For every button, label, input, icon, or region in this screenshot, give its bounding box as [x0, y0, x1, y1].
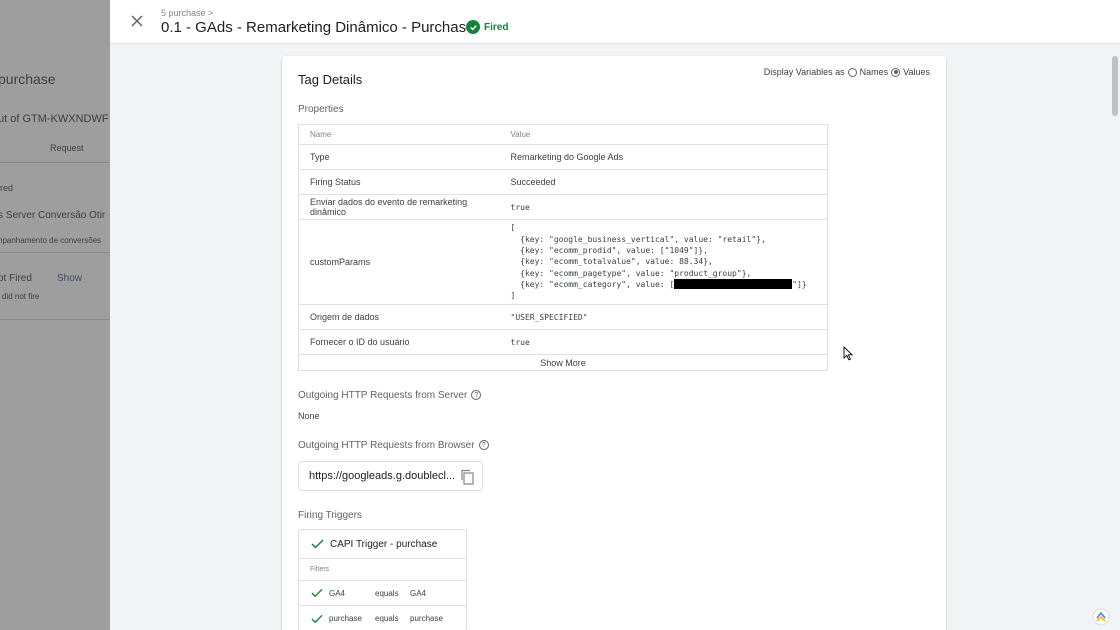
display-variables-label: Display Variables as — [763, 67, 845, 77]
code-line: {key: "ecomm_pagetype", value: "product_… — [510, 268, 752, 278]
bg-title: purchase — [0, 71, 56, 87]
bg-did-not-fire: did not fire — [2, 292, 40, 301]
radio-names[interactable] — [847, 67, 857, 77]
help-icon[interactable]: ? — [471, 390, 482, 401]
properties-table: Name Value Type Remarketing do Google Ad… — [298, 124, 828, 371]
property-name: Origem de dados — [298, 304, 505, 330]
firing-triggers-heading: Firing Triggers — [298, 510, 362, 521]
property-value: true — [504, 194, 828, 220]
filter-row: GA4 equals GA4 — [299, 581, 466, 606]
code-line: {key: "google_business_vertical", value:… — [510, 234, 766, 244]
bg-tag-type: npanhamento de conversões — [0, 236, 102, 245]
property-name: Firing Status — [298, 169, 505, 195]
bg-container-id: ut of GTM-KWXNDWF — [0, 113, 109, 125]
code-line: {key: "ecomm_category", value: [ — [510, 279, 675, 289]
property-name: Enviar dados do evento de remarketing di… — [298, 194, 505, 220]
property-value: "USER_SPECIFIED" — [504, 304, 828, 330]
trigger-header: CAPI Trigger - purchase — [299, 530, 466, 559]
outgoing-request-url[interactable]: https://googleads.g.doublecl... — [298, 461, 483, 491]
outgoing-server-label: Outgoing HTTP Requests from Server — [298, 390, 468, 401]
bg-tag-name: s Server Conversão Otir — [0, 210, 106, 221]
filter-operator: equals — [375, 614, 399, 623]
code-line: ] — [510, 291, 516, 301]
status-label: Fired — [484, 21, 509, 33]
filter-value: GA4 — [410, 588, 427, 598]
trigger-name: CAPI Trigger - purchase — [330, 538, 438, 550]
assistant-logo-icon[interactable] — [1092, 608, 1110, 626]
tag-details-card: Tag Details Display Variables as Names V… — [282, 56, 946, 630]
show-more-row: Show More — [299, 355, 828, 371]
table-row: Origem de dados "USER_SPECIFIED" — [298, 304, 828, 330]
copy-icon[interactable] — [460, 469, 474, 485]
scrollbar-thumb[interactable] — [1112, 56, 1118, 116]
help-icon[interactable]: ? — [478, 440, 489, 451]
page-title: 0.1 - GAds - Remarketing Dinâmico - Purc… — [161, 19, 475, 36]
redacted-block — [674, 279, 793, 290]
check-circle-icon — [466, 20, 480, 34]
filter-variable: purchase — [329, 614, 362, 623]
code-line: {key: "ecomm_prodid", value: ["1049"]}, — [510, 246, 708, 256]
breadcrumb[interactable]: 5 purchase > — [161, 8, 213, 18]
display-variables-toggle: Display Variables as Names Values — [764, 67, 930, 77]
status-badge: Fired — [466, 20, 508, 34]
filter-operator: equals — [375, 588, 399, 598]
trigger-card: CAPI Trigger - purchase Filters GA4 equa… — [298, 529, 467, 630]
close-icon[interactable] — [126, 10, 148, 32]
show-more-button[interactable]: Show More — [299, 355, 828, 371]
property-name: customParams — [298, 219, 505, 305]
outgoing-browser-heading: Outgoing HTTP Requests from Browser? — [298, 440, 489, 451]
radio-names-label[interactable]: Names — [860, 67, 889, 77]
filter-row: purchase equals purchase — [299, 606, 466, 630]
background-app: purchase ut of GTM-KWXNDWF Request ired … — [0, 0, 120, 630]
property-name: Type — [298, 144, 505, 170]
property-name: Fornecer o ID do usuário — [298, 329, 505, 355]
tag-details-drawer: 5 purchase > 0.1 - GAds - Remarketing Di… — [110, 0, 1120, 630]
bg-fired-label: ired — [0, 183, 14, 193]
filter-variable: GA4 — [329, 588, 346, 598]
property-value: true — [504, 329, 828, 355]
drawer-header: 5 purchase > 0.1 - GAds - Remarketing Di… — [110, 0, 1120, 44]
custom-params-code: [ {key: "google_business_vertical", valu… — [504, 219, 828, 305]
outgoing-server-heading: Outgoing HTTP Requests from Server? — [298, 390, 482, 401]
outgoing-browser-label: Outgoing HTTP Requests from Browser — [298, 440, 475, 451]
table-row: Type Remarketing do Google Ads — [298, 144, 828, 170]
bg-divider — [0, 319, 120, 320]
bg-request-tab: Request — [50, 143, 84, 153]
table-row: customParams [ {key: "google_business_ve… — [298, 219, 828, 305]
outgoing-server-value: None — [298, 411, 320, 421]
code-line-tail: "]} — [792, 279, 807, 289]
radio-values[interactable] — [891, 67, 901, 77]
properties-heading: Properties — [298, 104, 344, 115]
code-line: [ — [510, 223, 516, 233]
table-row: Enviar dados do evento de remarketing di… — [298, 194, 828, 220]
bg-divider — [0, 162, 120, 163]
bg-not-fired-label: ot Fired — [0, 273, 32, 284]
table-row: Firing Status Succeeded — [298, 169, 828, 195]
code-line: {key: "ecomm_totalvalue", value: 88.34}, — [510, 257, 713, 267]
filters-label: Filters — [299, 559, 466, 581]
check-icon — [311, 539, 324, 549]
bg-show-link[interactable]: Show — [57, 273, 82, 284]
table-header-row: Name Value — [298, 124, 828, 145]
table-row: Fornecer o ID do usuário true — [298, 329, 828, 355]
mouse-cursor-icon — [843, 346, 853, 361]
check-icon — [311, 588, 323, 598]
request-url-text[interactable]: https://googleads.g.doublecl... — [309, 470, 455, 482]
scrollbar[interactable] — [1110, 44, 1120, 630]
filter-value: purchase — [410, 614, 443, 623]
check-icon — [311, 614, 323, 623]
property-value: Remarketing do Google Ads — [504, 144, 828, 170]
property-value: Succeeded — [504, 169, 828, 195]
column-header-name: Name — [298, 124, 505, 145]
radio-values-label[interactable]: Values — [903, 67, 930, 77]
bg-divider — [0, 252, 120, 253]
card-title: Tag Details — [298, 72, 363, 87]
column-header-value: Value — [504, 124, 828, 145]
